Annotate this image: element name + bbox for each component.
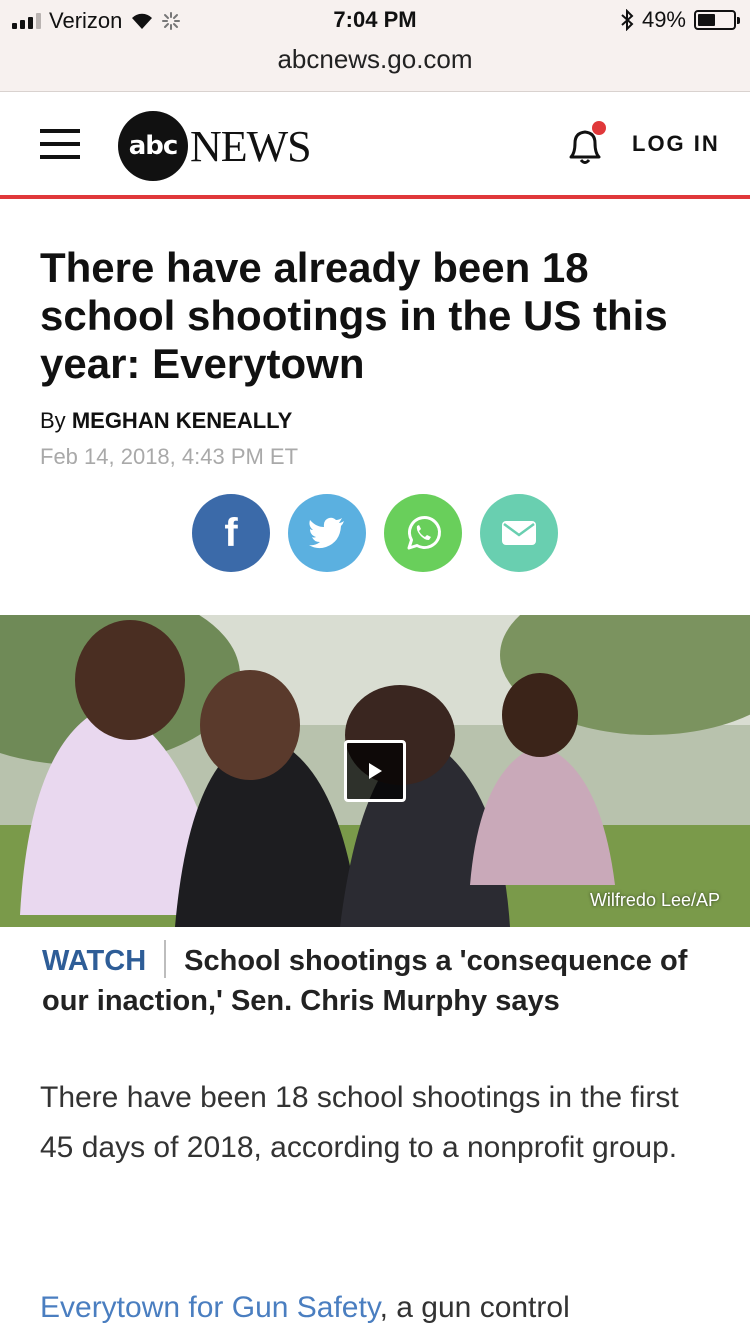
image-credit: Wilfredo Lee/AP	[589, 890, 720, 910]
article-headline: There have already been 18 school shooti…	[40, 244, 668, 387]
article-paragraph: Everytown for Gun Safety, a gun control	[40, 1283, 710, 1333]
twitter-icon	[309, 517, 344, 549]
site-header: abc NEWS LOG IN	[0, 93, 750, 199]
caption-divider	[164, 940, 167, 978]
battery-percent: 49%	[641, 7, 686, 32]
email-icon	[502, 521, 536, 545]
notification-dot	[592, 121, 606, 135]
byline-prefix: By	[40, 408, 66, 433]
article-date: Feb 14, 2018, 4:43 PM ET	[40, 444, 299, 469]
share-bar: f	[0, 494, 750, 572]
article-paragraph: There have been 18 school shootings in t…	[40, 1081, 679, 1164]
bluetooth-icon	[621, 9, 634, 31]
menu-icon[interactable]	[40, 129, 80, 159]
paragraph-text: , a gun control	[379, 1291, 570, 1324]
battery-level-fill	[698, 14, 715, 26]
abc-news-logo[interactable]: abc NEWS	[118, 111, 312, 181]
video-caption: WATCH School shootings a 'consequence of …	[42, 940, 722, 1021]
url-bar[interactable]: abcnews.go.com	[0, 44, 750, 75]
play-icon	[369, 763, 382, 779]
byline: By MEGHAN KENEALLY	[40, 408, 292, 434]
whatsapp-share-button[interactable]	[384, 494, 462, 572]
status-right: 49%	[620, 7, 740, 33]
facebook-share-button[interactable]: f	[192, 494, 270, 572]
facebook-icon: f	[224, 510, 238, 555]
logo-word: NEWS	[190, 121, 312, 171]
login-link[interactable]: LOG IN	[632, 131, 720, 157]
browser-chrome: Verizon 7:04 PM 49% abcnews.go.com	[0, 0, 750, 92]
logo-mark: abc	[118, 111, 188, 181]
email-share-button[interactable]	[480, 494, 558, 572]
notification-bell-icon[interactable]	[562, 121, 608, 169]
watch-label[interactable]: WATCH	[42, 945, 146, 977]
whatsapp-icon	[407, 516, 441, 550]
everytown-link[interactable]: Everytown for Gun Safety	[40, 1291, 380, 1324]
status-bar: Verizon 7:04 PM 49%	[0, 0, 750, 40]
author-name[interactable]: MEGHAN KENEALLY	[72, 408, 292, 433]
battery-icon	[694, 10, 740, 30]
play-video-button[interactable]	[344, 740, 406, 802]
twitter-share-button[interactable]	[288, 494, 366, 572]
